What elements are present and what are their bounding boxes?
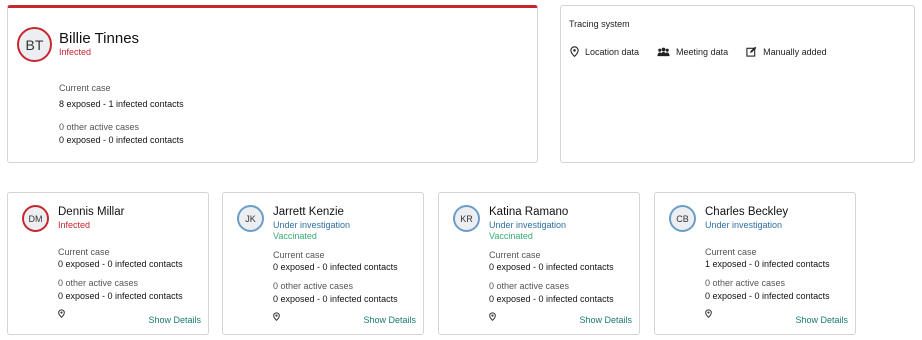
current-case-label: Current case [489, 250, 541, 260]
status-badge: Under investigation [705, 220, 783, 230]
location-pin-icon [570, 46, 579, 57]
person-name: Katina Ramano [489, 206, 569, 218]
current-case-value: 8 exposed - 1 infected contacts [59, 99, 184, 109]
current-case-value: 0 exposed - 0 infected contacts [273, 262, 398, 272]
contact-card: KR Katina Ramano Under investigation Vac… [438, 192, 640, 335]
avatar: KR [453, 205, 480, 232]
other-cases-label: 0 other active cases [489, 281, 570, 291]
other-cases-value: 0 exposed - 0 infected contacts [489, 294, 614, 304]
tracing-item-label: Location data [585, 46, 640, 57]
avatar: CB [669, 205, 696, 232]
location-pin-icon [273, 312, 280, 321]
other-cases-value: 0 exposed - 0 infected contacts [59, 135, 184, 145]
other-cases-value: 0 exposed - 0 infected contacts [705, 291, 830, 301]
person-name: Billie Tinnes [59, 30, 140, 47]
tracing-item-meeting: Meeting data [657, 47, 728, 57]
tracing-item-label: Meeting data [676, 46, 729, 57]
person-name: Jarrett Kenzie [273, 206, 344, 218]
show-details-link[interactable]: Show Details [795, 315, 848, 325]
contact-card: CB Charles Beckley Under investigation C… [654, 192, 856, 335]
vaccinated-badge: Vaccinated [273, 231, 317, 241]
current-case-label: Current case [58, 247, 110, 257]
other-cases-label: 0 other active cases [705, 278, 786, 288]
other-cases-value: 0 exposed - 0 infected contacts [273, 294, 398, 304]
tracing-system-card: Tracing system Location data Meeting dat… [560, 5, 915, 163]
avatar: BT [17, 27, 52, 62]
contact-card: DM Dennis Millar Infected Current case 0… [7, 192, 209, 335]
current-case-label: Current case [59, 83, 111, 93]
person-name: Charles Beckley [705, 206, 789, 218]
show-details-link[interactable]: Show Details [363, 315, 416, 325]
current-case-label: Current case [273, 250, 325, 260]
vaccinated-badge: Vaccinated [489, 231, 533, 241]
current-case-label: Current case [705, 247, 757, 257]
other-cases-value: 0 exposed - 0 infected contacts [58, 291, 183, 301]
other-cases-label: 0 other active cases [58, 278, 139, 288]
tracing-item-manual: Manually added [746, 46, 827, 57]
status-badge: Infected [59, 47, 92, 57]
location-pin-icon [489, 312, 496, 321]
current-case-value: 1 exposed - 0 infected contacts [705, 259, 830, 269]
tracing-item-location: Location data [570, 46, 639, 57]
status-badge: Under investigation [489, 220, 567, 230]
avatar: JK [237, 205, 264, 232]
location-pin-icon [705, 309, 712, 318]
person-name: Dennis Millar [58, 206, 125, 218]
other-cases-label: 0 other active cases [59, 122, 140, 132]
tracing-legend: Location data Meeting data Manually adde… [570, 46, 845, 57]
location-pin-icon [58, 309, 65, 318]
avatar: DM [22, 205, 49, 232]
tracing-item-label: Manually added [763, 46, 827, 57]
group-icon [657, 47, 670, 56]
main-person-card: BT Billie Tinnes Infected Current case 8… [7, 5, 538, 163]
show-details-link[interactable]: Show Details [148, 315, 201, 325]
status-badge: Infected [58, 220, 91, 230]
show-details-link[interactable]: Show Details [579, 315, 632, 325]
status-badge: Under investigation [273, 220, 351, 230]
other-cases-label: 0 other active cases [273, 281, 354, 291]
current-case-value: 0 exposed - 0 infected contacts [489, 262, 614, 272]
edit-icon [746, 46, 757, 57]
current-case-value: 0 exposed - 0 infected contacts [58, 259, 183, 269]
tracing-title: Tracing system [569, 19, 630, 29]
contact-card: JK Jarrett Kenzie Under investigation Va… [222, 192, 424, 335]
